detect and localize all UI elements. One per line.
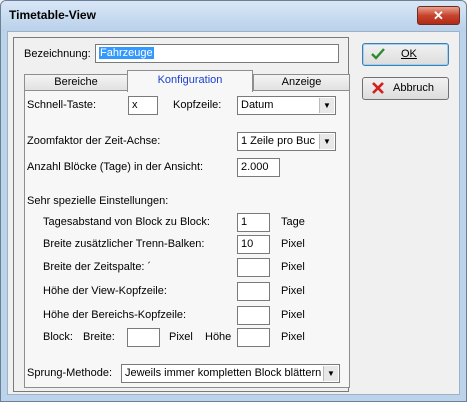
checkmark-icon xyxy=(371,48,385,60)
breite-label: Breite: xyxy=(83,331,115,343)
schnell-taste-label: Schnell-Taste: xyxy=(27,99,97,111)
settings-panel: Bezeichnung: Fahrzeuge Bereiche Konfigur… xyxy=(13,37,350,392)
tagesabstand-label: Tagesabstand von Block zu Block: xyxy=(43,216,210,228)
zoom-select[interactable]: 1 Zeile pro Buc ▼ xyxy=(237,132,336,151)
zeitspalte-label: Breite der Zeitspalte: ´ xyxy=(43,261,152,273)
dialog-client-area: Bezeichnung: Fahrzeuge Bereiche Konfigur… xyxy=(7,31,460,395)
anzahl-input[interactable]: 2.000 xyxy=(237,158,280,177)
viewkopf-unit: Pixel xyxy=(281,285,305,297)
chevron-down-icon: ▼ xyxy=(319,98,334,113)
close-button[interactable]: ✕ xyxy=(417,6,460,25)
trenn-label: Breite zusätzlicher Trenn-Balken: xyxy=(43,238,205,250)
dialog-window: Timetable-View ✕ Bezeichnung: Fahrzeuge … xyxy=(0,0,467,402)
sprung-value: Jeweils immer kompletten Block blättern xyxy=(125,367,322,379)
bereichkopf-unit: Pixel xyxy=(281,309,305,321)
trenn-unit: Pixel xyxy=(281,238,305,250)
tab-anzeige[interactable]: Anzeige xyxy=(253,74,350,91)
tab-anzeige-label: Anzeige xyxy=(281,76,322,88)
kopfzeile-label: Kopfzeile: xyxy=(173,99,222,111)
bereichkopf-input[interactable] xyxy=(237,306,270,325)
block-hoehe-input[interactable] xyxy=(237,328,270,347)
chevron-down-icon: ▼ xyxy=(319,134,334,149)
viewkopf-label: Höhe der View-Kopfzeile: xyxy=(43,285,167,297)
window-title: Timetable-View xyxy=(9,8,96,22)
sprung-label: Sprung-Methode: xyxy=(27,367,112,379)
sprung-select[interactable]: Jeweils immer kompletten Block blättern … xyxy=(121,364,340,383)
tagesabstand-unit: Tage xyxy=(281,216,305,228)
bezeichnung-input[interactable]: Fahrzeuge xyxy=(95,44,339,63)
trenn-input[interactable]: 10 xyxy=(237,235,270,254)
chevron-down-icon: ▼ xyxy=(323,366,338,381)
kopfzeile-select[interactable]: Datum ▼ xyxy=(237,96,336,115)
tab-konfiguration-label: Konfiguration xyxy=(157,74,223,86)
tab-bereiche-label: Bereiche xyxy=(54,76,98,88)
konfiguration-tab-body: Schnell-Taste: x Kopfzeile: Datum ▼ Zoom… xyxy=(24,90,350,388)
ok-button[interactable]: OK xyxy=(362,43,449,66)
schnell-taste-input[interactable]: x xyxy=(128,96,158,115)
bezeichnung-label: Bezeichnung: xyxy=(24,48,91,60)
kopfzeile-value: Datum xyxy=(241,99,274,111)
block-label: Block: xyxy=(43,331,73,343)
block-breite-input[interactable] xyxy=(127,328,160,347)
cancel-x-icon xyxy=(372,82,384,94)
zoom-label: Zoomfaktor der Zeit-Achse: xyxy=(27,135,161,147)
ok-label: OK xyxy=(401,48,417,60)
spezial-heading: Sehr spezielle Einstellungen: xyxy=(27,195,169,207)
hoehe-label: Höhe xyxy=(205,331,232,343)
zeitspalte-input[interactable] xyxy=(237,258,270,277)
zoom-value: 1 Zeile pro Buc xyxy=(241,135,315,147)
anzahl-label: Anzahl Blöcke (Tage) in der Ansicht: xyxy=(27,161,204,173)
bezeichnung-value: Fahrzeuge xyxy=(99,47,154,59)
tagesabstand-input[interactable]: 1 xyxy=(237,213,270,232)
zeitspalte-unit: Pixel xyxy=(281,261,305,273)
close-icon: ✕ xyxy=(433,8,444,23)
abbruch-button[interactable]: Abbruch xyxy=(362,77,449,100)
abbruch-label: Abbruch xyxy=(393,82,434,94)
block-hoehe-unit: Pixel xyxy=(281,331,305,343)
tab-bereiche[interactable]: Bereiche xyxy=(24,74,128,91)
viewkopf-input[interactable] xyxy=(237,282,270,301)
bereichkopf-label: Höhe der Bereichs-Kopfzeile: xyxy=(43,309,187,321)
tab-konfiguration[interactable]: Konfiguration xyxy=(127,70,253,92)
title-bar[interactable]: Timetable-View ✕ xyxy=(1,1,466,31)
block-breite-unit: Pixel xyxy=(169,331,193,343)
